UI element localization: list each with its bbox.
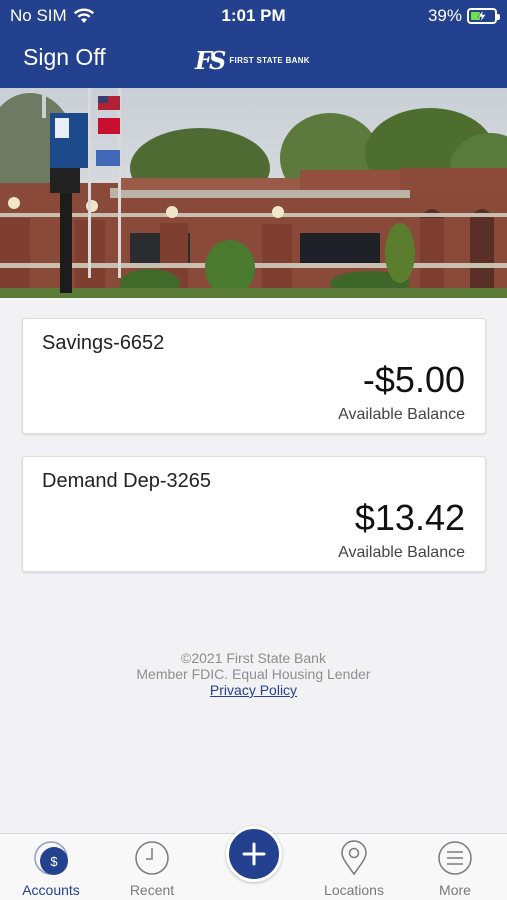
location-pin-icon (341, 840, 367, 876)
branch-photo (0, 88, 507, 298)
logo-mark: FS (195, 46, 226, 75)
bank-logo: FS FIRST STATE BANK (195, 46, 310, 75)
account-card-demand-deposit[interactable]: Demand Dep-3265 $13.42 Available Balance (22, 456, 486, 572)
copyright-text: ©2021 First State Bank (181, 650, 326, 666)
tab-locations[interactable]: Locations (304, 834, 404, 900)
privacy-policy-link[interactable]: Privacy Policy (0, 682, 507, 698)
footer: ©2021 First State Bank Member FDIC. Equa… (0, 650, 507, 698)
app-header: No SIM 1:01 PM 39% Sign Off FS FIRST STA… (0, 0, 507, 88)
plus-icon (242, 842, 266, 866)
account-balance: -$5.00 (362, 359, 465, 400)
tab-accounts[interactable]: $ Accounts (1, 834, 101, 900)
bank-name: FIRST STATE BANK (229, 56, 310, 65)
member-fdic-text: Member FDIC. Equal Housing Lender (136, 666, 371, 682)
status-bar: No SIM 1:01 PM 39% (0, 0, 507, 32)
clock-icon (135, 841, 169, 875)
account-balance: $13.42 (354, 497, 465, 538)
account-name: Demand Dep-3265 (42, 470, 211, 492)
tab-locations-label: Locations (324, 882, 384, 898)
menu-icon (438, 841, 472, 875)
charging-bolt-icon (477, 10, 487, 22)
tab-recent-label: Recent (129, 882, 175, 898)
dollar-glyph: $ (50, 854, 58, 869)
battery-percent: 39% (427, 6, 462, 25)
available-balance-label: Available Balance (338, 544, 465, 561)
battery-icon (467, 8, 500, 24)
branch-building-illustration (0, 88, 507, 298)
account-card-savings[interactable]: Savings-6652 -$5.00 Available Balance (22, 318, 486, 434)
tab-recent[interactable]: Recent (102, 834, 202, 900)
tab-more[interactable]: More (405, 834, 505, 900)
available-balance-label: Available Balance (338, 406, 465, 423)
status-right: 39% (427, 6, 500, 26)
accounts-icon: $ (34, 841, 68, 875)
account-name: Savings-6652 (42, 332, 165, 354)
tab-more-label: More (439, 882, 471, 898)
sign-off-button[interactable]: Sign Off (23, 44, 106, 71)
add-button[interactable] (226, 826, 282, 882)
tab-accounts-label: Accounts (22, 882, 80, 898)
